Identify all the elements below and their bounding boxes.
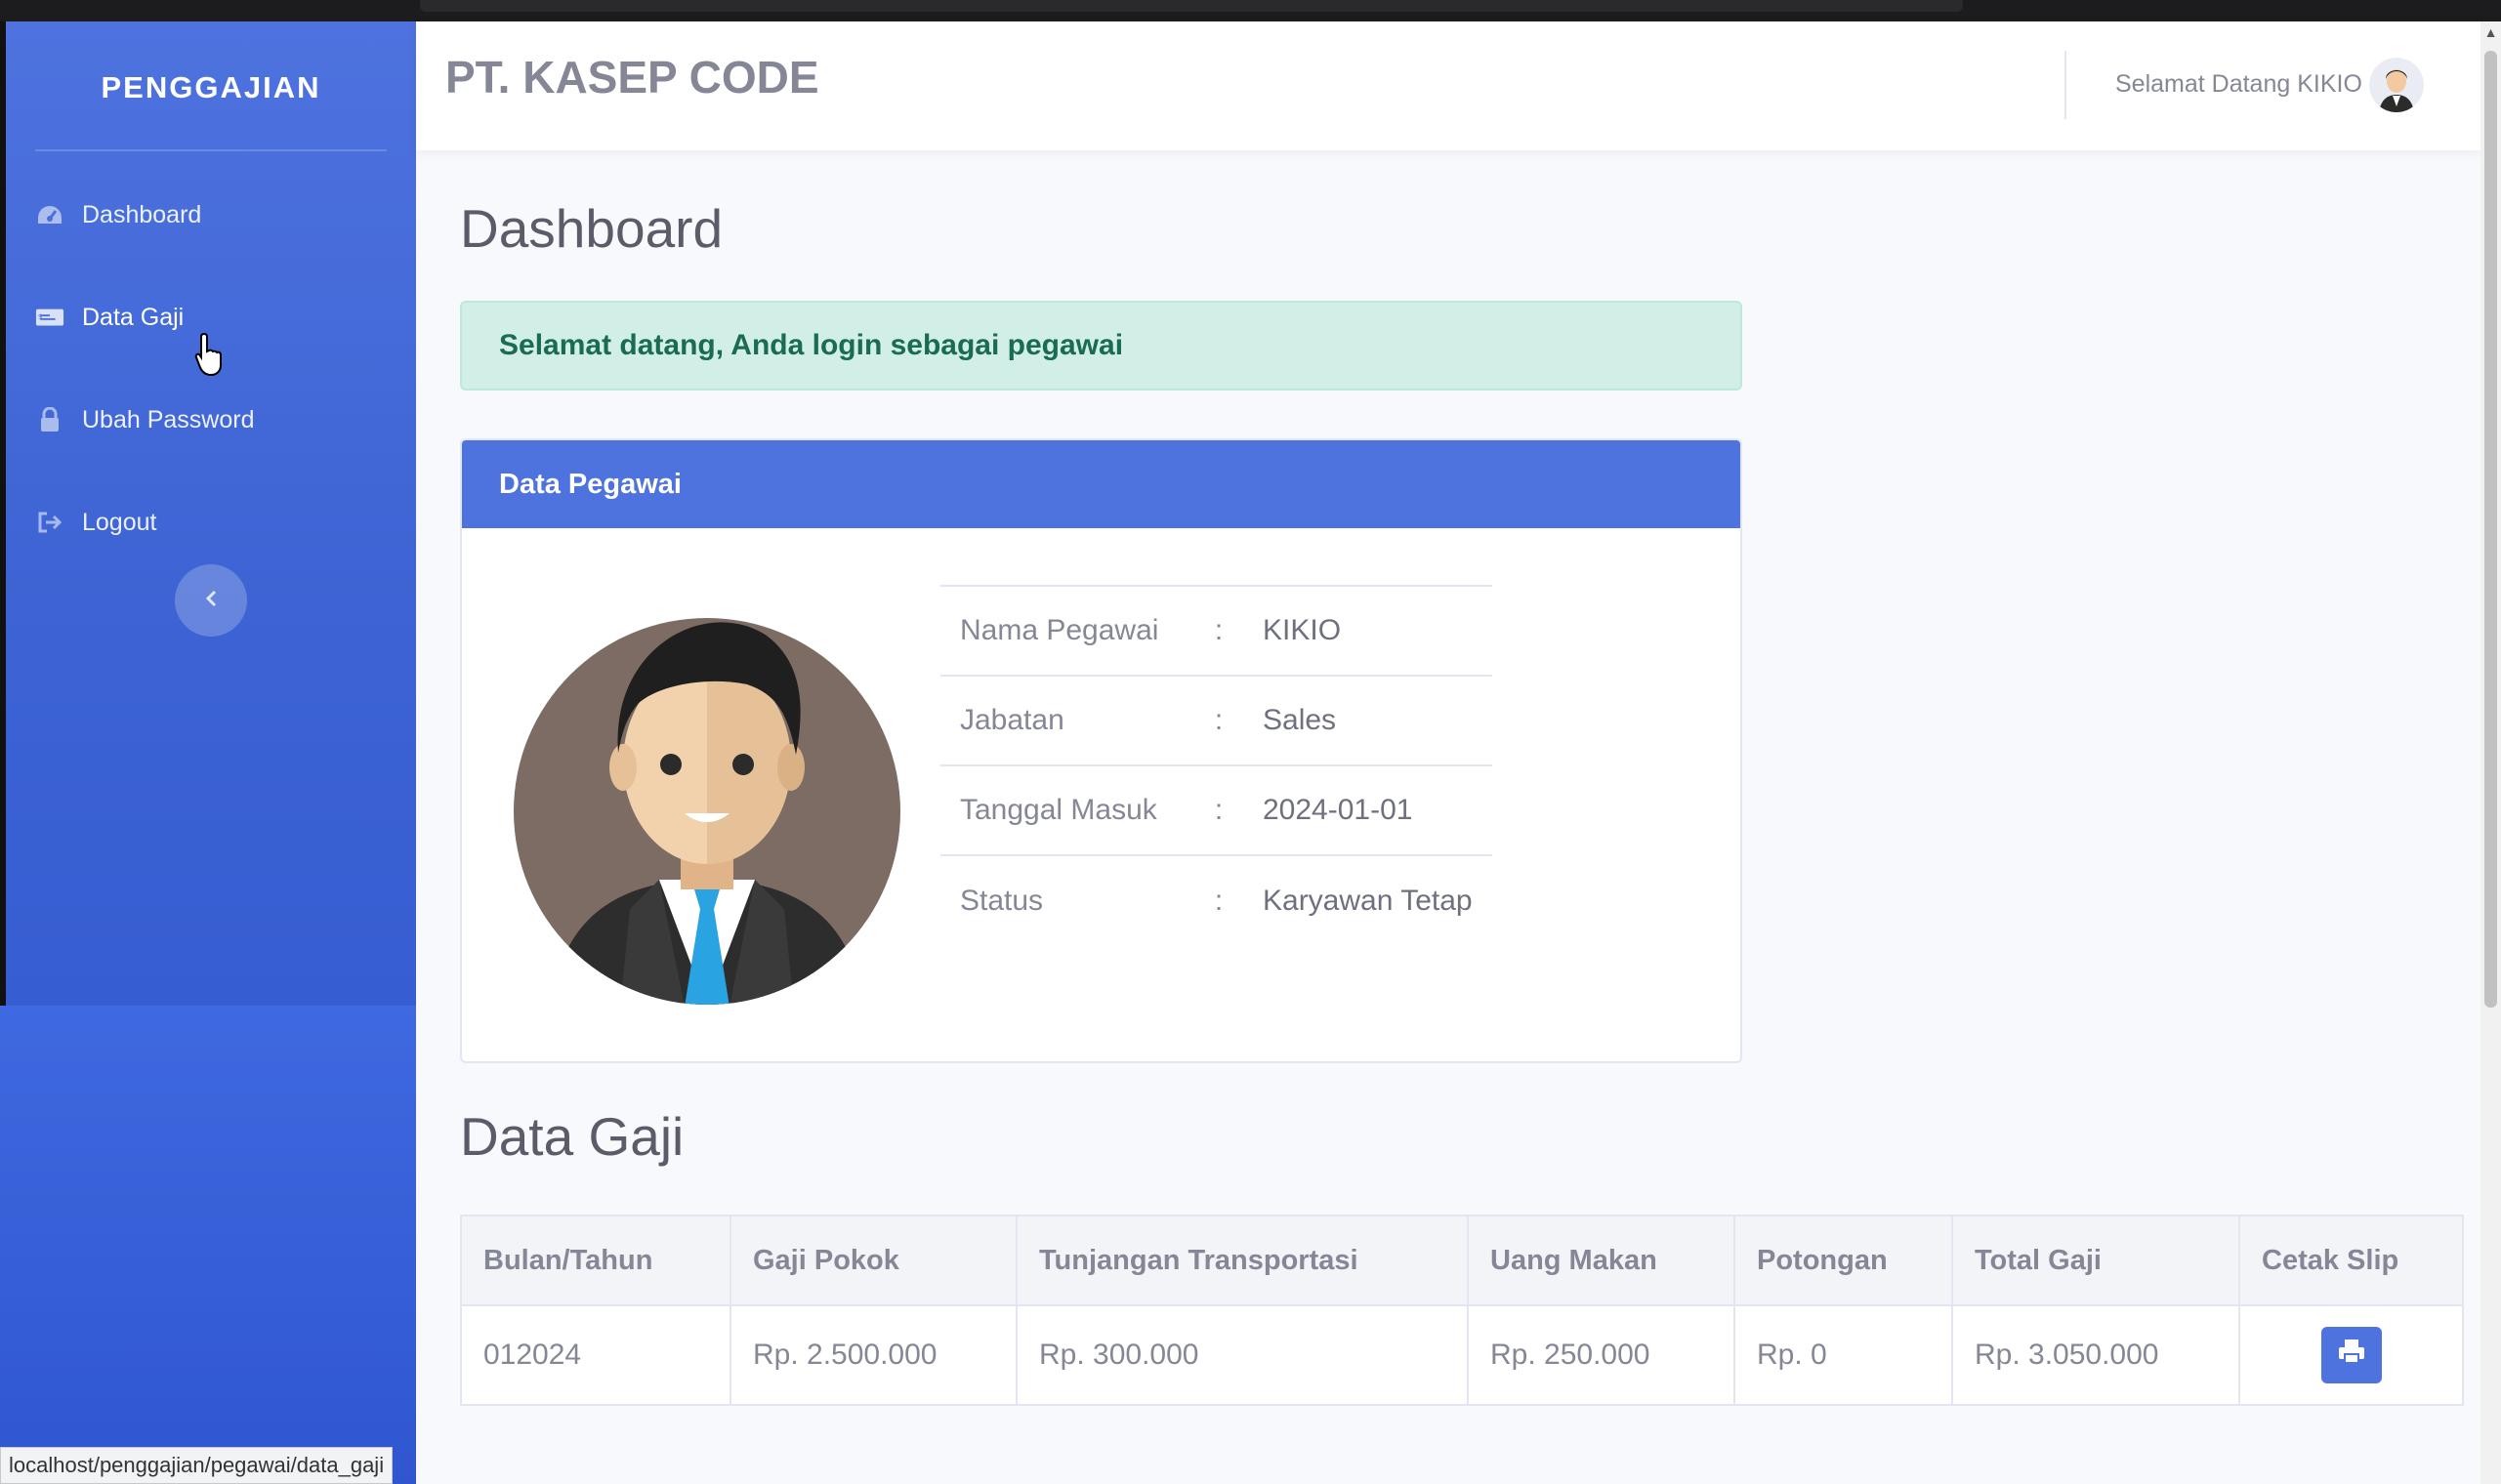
info-label: Nama Pegawai — [940, 585, 1194, 676]
cell-base-salary: Rp. 2.500.000 — [729, 1304, 1018, 1406]
cell-period: 012024 — [460, 1304, 731, 1406]
cell-deduction: Rp. 0 — [1733, 1304, 1953, 1406]
employee-card-header: Data Pegawai — [462, 440, 1740, 528]
table-row: Status : Karyawan Tetap — [940, 854, 1492, 945]
sign-out-icon — [35, 508, 64, 537]
welcome-alert: Selamat datang, Anda login sebagai pegaw… — [460, 301, 1742, 391]
table-row: Nama Pegawai : KIKIO — [940, 585, 1492, 676]
topbar-divider — [2064, 51, 2066, 119]
table-row: 012024 Rp. 2.500.000 Rp. 300.000 Rp. 250… — [460, 1304, 2464, 1406]
salary-table: Bulan/Tahun Gaji Pokok Tunjangan Transpo… — [460, 1215, 2464, 1406]
info-label: Status — [940, 854, 1194, 945]
column-header: Tunjangan Transportasi — [1016, 1215, 1469, 1306]
employee-card: Data Pegawai Nama Pegawai: KIKIO Jabata… — [460, 438, 1742, 1063]
chevron-left-icon — [204, 589, 218, 613]
info-value: 2024-01-01 — [1243, 764, 1492, 855]
info-value: KIKIO — [1243, 585, 1492, 676]
table-header-row: Bulan/Tahun Gaji Pokok Tunjangan Transpo… — [460, 1215, 2464, 1306]
column-header: Potongan — [1733, 1215, 1953, 1306]
sidebar-item-label: Ubah Password — [82, 405, 255, 433]
cell-transport: Rp. 300.000 — [1016, 1304, 1469, 1406]
svg-text:$: $ — [38, 312, 43, 321]
employee-info-table: Nama Pegawai : KIKIO Jabatan : Sales Tan… — [940, 585, 1492, 945]
info-value: Karyawan Tetap — [1243, 854, 1492, 945]
cell-meal: Rp. 250.000 — [1467, 1304, 1735, 1406]
column-header: Uang Makan — [1467, 1215, 1735, 1306]
info-value: Sales — [1243, 675, 1492, 765]
info-label: Jabatan — [940, 675, 1194, 765]
sidebar-brand[interactable]: PENGGAJIAN — [6, 70, 416, 105]
sidebar-item-label: Data Gaji — [82, 303, 185, 331]
info-separator: : — [1194, 764, 1243, 855]
tachometer-icon — [35, 200, 64, 229]
avatar[interactable] — [2369, 58, 2424, 112]
lock-icon — [35, 405, 64, 434]
column-header: Total Gaji — [1951, 1215, 2240, 1306]
info-label: Tanggal Masuk — [940, 764, 1194, 855]
employee-photo — [513, 587, 901, 1007]
money-bill-icon: $ — [35, 303, 64, 332]
topbar: PT. KASEP CODE Selamat Datang KIKIO — [416, 21, 2480, 150]
page-scrollbar[interactable]: ▲ — [2480, 21, 2501, 1484]
sidebar-lower — [0, 1006, 416, 1484]
column-header: Cetak Slip — [2238, 1215, 2464, 1306]
print-slip-button[interactable] — [2320, 1327, 2382, 1383]
sidebar-item-logout[interactable]: Logout — [35, 498, 156, 547]
cell-print — [2238, 1304, 2464, 1406]
sidebar-toggle-button[interactable] — [175, 564, 247, 637]
sidebar-item-label: Logout — [82, 508, 157, 536]
column-header: Bulan/Tahun — [460, 1215, 731, 1306]
page-title: Dashboard — [460, 198, 724, 259]
scroll-up-icon[interactable]: ▲ — [2483, 25, 2498, 40]
table-row: Jabatan : Sales — [940, 675, 1492, 765]
info-separator: : — [1194, 585, 1243, 676]
info-separator: : — [1194, 854, 1243, 945]
scrollbar-thumb[interactable] — [2484, 51, 2497, 1008]
info-separator: : — [1194, 675, 1243, 765]
print-icon — [2337, 1338, 2366, 1373]
sidebar-item-label: Dashboard — [82, 200, 202, 228]
sidebar-item-ubah-password[interactable]: Ubah Password — [35, 395, 254, 444]
hand-cursor-icon — [193, 332, 229, 379]
browser-status-bar: localhost/penggajian/pegawai/data_gaji — [0, 1447, 394, 1484]
cell-total: Rp. 3.050.000 — [1951, 1304, 2240, 1406]
salary-section-title: Data Gaji — [460, 1106, 685, 1167]
company-name: PT. KASEP CODE — [445, 52, 819, 103]
welcome-user-text[interactable]: Selamat Datang KIKIO — [2115, 70, 2362, 99]
sidebar-item-dashboard[interactable]: Dashboard — [35, 190, 201, 239]
column-header: Gaji Pokok — [729, 1215, 1018, 1306]
sidebar-divider — [35, 149, 387, 151]
browser-tab-strip — [420, 0, 1963, 12]
main-content: PT. KASEP CODE Selamat Datang KIKIO Dash… — [416, 21, 2480, 1484]
sidebar-item-data-gaji[interactable]: $ Data Gaji — [35, 293, 184, 342]
table-row: Tanggal Masuk : 2024-01-01 — [940, 764, 1492, 855]
browser-top-strip — [0, 0, 2501, 21]
